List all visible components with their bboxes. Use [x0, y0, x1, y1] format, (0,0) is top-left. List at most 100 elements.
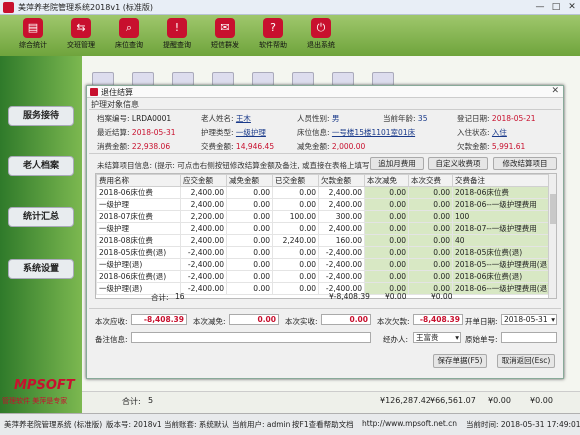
col-paid[interactable]: 已交金额 [272, 174, 319, 187]
table-row[interactable]: 2018-06床位费(退) -2,400.00 0.00 0.00 -2,400.00 0… [96, 270, 554, 283]
toolbar-sms-button[interactable]: ✉ 短信群发 [206, 18, 244, 54]
table-cell[interactable]: 0.00 [408, 234, 453, 247]
bill-date-picker[interactable]: 2018-05-31 ▾ [501, 314, 557, 325]
table-cell[interactable]: 40 [451, 234, 554, 247]
col-this-reduce[interactable]: 本次减免 [364, 174, 409, 187]
chevron-down-icon: ▾ [455, 333, 459, 342]
add-monthly-fee-button[interactable]: 追加月费用 [370, 157, 424, 170]
table-cell[interactable]: 0.00 [408, 198, 453, 211]
scroll-thumb[interactable] [550, 194, 556, 224]
table-cell[interactable]: 100 [451, 210, 554, 223]
function-icon[interactable] [92, 72, 114, 86]
table-cell: 2018-06床位费(退) [96, 270, 181, 283]
custom-fee-button[interactable]: 自定义收费项 [428, 157, 488, 170]
register-date: 登记日期: 2018-05-21 [457, 114, 536, 123]
minimize-button[interactable]: — [533, 2, 547, 13]
this-reduce-field[interactable]: 0.00 [229, 314, 279, 325]
table-cell[interactable]: 0.00 [408, 222, 453, 235]
toolbar-bed-search-button[interactable]: ⌕ 床位查询 [110, 18, 148, 54]
close-window-button[interactable]: ✕ [565, 2, 579, 13]
table-cell[interactable]: 0.00 [364, 186, 409, 199]
table-cell[interactable]: 0.00 [364, 270, 409, 283]
table-scrollbar[interactable] [548, 174, 556, 298]
table-row[interactable]: 2018-07床位费 2,200.00 0.00 100.00 300.00 0.00 0.… [96, 210, 554, 223]
cancel-button[interactable]: 取消返回(Esc) [497, 354, 555, 368]
table-row[interactable]: 一级护理 2,400.00 0.00 0.00 2,400.00 0.00 0.00 2018… [96, 222, 554, 235]
divider [89, 153, 561, 154]
col-reduce[interactable]: 减免金额 [226, 174, 273, 187]
sidebar-item-statistics[interactable]: 统计汇总 [8, 207, 74, 227]
function-icon[interactable] [292, 72, 314, 86]
table-cell[interactable]: 0.00 [408, 258, 453, 271]
table-cell[interactable]: 0.00 [408, 186, 453, 199]
table-cell[interactable]: 2018-07--一级护理费用 [451, 222, 554, 235]
table-cell[interactable]: 2018-06床位费 [451, 186, 554, 199]
sidebar-item-elder-files[interactable]: 老人档案 [8, 156, 74, 176]
function-icon[interactable] [332, 72, 354, 86]
this-owe-field[interactable]: -8,408.39 [413, 314, 463, 325]
table-row[interactable]: 2018-06床位费 2,400.00 0.00 0.00 2,400.00 0.00 0.… [96, 186, 554, 199]
main-amount-3: ¥0.00 [488, 396, 511, 405]
should-receive-label: 本次应收: [95, 317, 128, 326]
sidebar-item-settings[interactable]: 系统设置 [8, 259, 74, 279]
col-owe[interactable]: 欠款金额 [318, 174, 365, 187]
brand-logo: MPSOFT [14, 378, 75, 393]
table-row[interactable]: 一级护理 2,400.00 0.00 0.00 2,400.00 0.00 0.00 2018… [96, 198, 554, 211]
table-row[interactable]: 一级护理(退) -2,400.00 0.00 0.00 -2,400.00 0.00 0.0… [96, 258, 554, 271]
col-pay-remark[interactable]: 交费备注 [451, 174, 554, 187]
chevron-down-icon: ▾ [551, 315, 555, 324]
table-cell[interactable]: 0.00 [408, 246, 453, 259]
toolbar-handover-button[interactable]: ⇆ 交班管理 [62, 18, 100, 54]
col-this-pay[interactable]: 本次交费 [408, 174, 453, 187]
table-cell: 0.00 [226, 186, 273, 199]
sum-this-pay: ¥0.00 [431, 292, 453, 301]
table-cell[interactable]: 2018-05--一级护理费用(退) [451, 258, 554, 271]
should-receive-field[interactable]: -8,408.39 [131, 314, 187, 325]
function-icon[interactable] [172, 72, 194, 86]
table-sum-row: 合计: 16 ¥-8,408.39 ¥0.00 ¥0.00 [151, 292, 453, 302]
dialog-close-button[interactable]: ✕ [551, 86, 559, 96]
toolbar-exit-button[interactable]: ⏻ 退出系统 [302, 18, 340, 54]
table-cell[interactable]: 0.00 [364, 246, 409, 259]
remark-input[interactable] [131, 332, 371, 343]
table-cell[interactable]: 0.00 [408, 270, 453, 283]
status-app: 美萍养老院管理系统 (标准版) [4, 420, 103, 429]
original-no-input[interactable] [501, 332, 557, 343]
table-cell[interactable]: 0.00 [364, 198, 409, 211]
function-icon[interactable] [212, 72, 234, 86]
table-cell: 2,200.00 [180, 210, 227, 223]
col-due[interactable]: 应交金额 [180, 174, 227, 187]
modify-item-button[interactable]: 修改结算项目 [493, 157, 557, 170]
table-row[interactable]: 2018-08床位费 2,400.00 0.00 2,240.00 160.00 0.00… [96, 234, 554, 247]
toolbar-stats-button[interactable]: ▤ 综合统计 [14, 18, 52, 54]
handler-select[interactable]: 王富贵 ▾ [413, 332, 461, 343]
function-icon[interactable] [372, 72, 394, 86]
table-cell[interactable]: 0.00 [364, 222, 409, 235]
actual-receive-field[interactable]: 0.00 [321, 314, 371, 325]
table-row[interactable]: 2018-05床位费(退) -2,400.00 0.00 0.00 -2,400.00 0… [96, 246, 554, 259]
toolbar-reminder-button[interactable]: ! 提醒查询 [158, 18, 196, 54]
table-cell: 2,400.00 [180, 234, 227, 247]
table-cell: 0.00 [226, 246, 273, 259]
status-web[interactable]: http://www.mpsoft.net.cn [362, 419, 457, 428]
maximize-button[interactable]: □ [549, 2, 563, 13]
divider [89, 109, 561, 110]
function-icon[interactable] [132, 72, 154, 86]
table-cell[interactable]: 0.00 [364, 234, 409, 247]
table-cell[interactable]: 0.00 [364, 258, 409, 271]
handler-label: 经办人: [383, 335, 409, 344]
table-cell[interactable]: 2018-05床位费(退) [451, 246, 554, 259]
table-cell[interactable]: 0.00 [408, 210, 453, 223]
col-fee-name[interactable]: 费用名称 [96, 174, 181, 187]
status-account: 当前账套: 系统默认 [164, 420, 229, 429]
table-cell[interactable]: 2018-06--一级护理费用 [451, 198, 554, 211]
this-reduce-label: 本次减免: [193, 317, 226, 326]
table-cell: -2,400.00 [180, 258, 227, 271]
save-bill-button[interactable]: 保存单据(F5) [433, 354, 487, 368]
sidebar-item-reception[interactable]: 服务接待 [8, 106, 74, 126]
table-cell: 0.00 [226, 222, 273, 235]
function-icon[interactable] [252, 72, 274, 86]
table-cell[interactable]: 0.00 [364, 210, 409, 223]
table-cell[interactable]: 2018-06床位费(退) [451, 270, 554, 283]
toolbar-help-button[interactable]: ? 软件帮助 [254, 18, 292, 54]
